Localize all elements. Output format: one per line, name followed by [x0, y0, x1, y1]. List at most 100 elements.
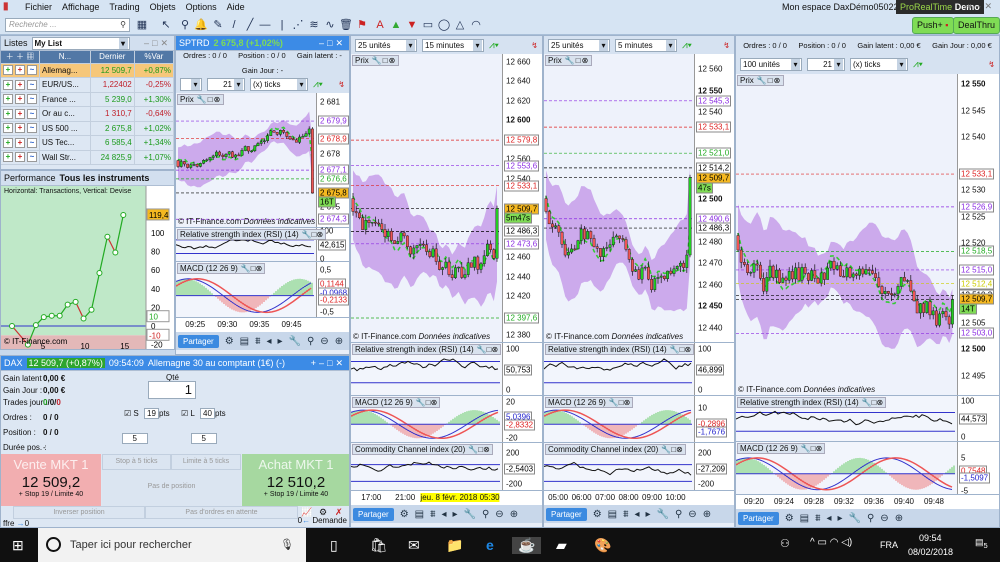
limit-points-input[interactable]: 40	[200, 408, 215, 419]
zoom-in-icon[interactable]: ⊕	[895, 513, 903, 524]
chart-icon[interactable]: ~	[27, 137, 37, 148]
qty-input[interactable]: 1	[148, 381, 196, 399]
sell-icon[interactable]: +	[15, 94, 25, 105]
list-icon[interactable]: ▤	[800, 513, 809, 524]
scroll-right-icon[interactable]: ▸	[837, 513, 842, 524]
sell-icon[interactable]: +	[15, 65, 25, 76]
buy-market-button[interactable]: Achat MKT 1 12 510,2 + Stop 19 / Limite …	[242, 454, 349, 506]
instrument-name[interactable]: Or au c...	[39, 106, 91, 122]
scroll-right-icon[interactable]: ▸	[645, 509, 650, 520]
tools-icon[interactable]: 🔧	[657, 509, 669, 520]
watchlist-row[interactable]: + + ~ Wall Str... 24 825,9 +1,07%	[1, 150, 174, 165]
units-select[interactable]	[180, 77, 202, 91]
buy-icon[interactable]: +	[3, 152, 13, 163]
indicator-tools-icons[interactable]: 🔧□⊗	[609, 398, 631, 407]
stop-icon[interactable]: ⚑	[354, 17, 370, 33]
vertical-line-icon[interactable]: |	[274, 17, 290, 33]
instrument-name[interactable]: US 500 ...	[39, 121, 91, 136]
zoom-auto-icon[interactable]: ⚲	[867, 513, 874, 524]
zoom-auto-icon[interactable]: ⚲	[307, 336, 314, 347]
units-select[interactable]: 100 unités	[740, 58, 802, 72]
limit-checkbox[interactable]: ☑ L	[181, 409, 195, 418]
horizontal-line-icon[interactable]: —	[257, 17, 273, 33]
list-icon[interactable]: ▤	[608, 509, 617, 520]
indicators-icon[interactable]: ⚙	[225, 336, 234, 347]
sell-icon[interactable]: +	[15, 108, 25, 119]
refresh-icon[interactable]: ↯	[988, 60, 995, 69]
taskbar-search[interactable]: Taper ici pour rechercher 🎙	[38, 528, 306, 562]
sell-market-button[interactable]: Vente MKT 1 12 509,2 + Stop 19 / Limite …	[1, 454, 101, 506]
search-input[interactable]: Recherche ... ⚲	[5, 18, 130, 32]
indicator-tools-icons[interactable]: 🔧□⊗	[801, 444, 823, 453]
performance-scope[interactable]: Tous les instruments	[60, 173, 150, 183]
period-input[interactable]: 21	[207, 77, 245, 91]
task-view-icon[interactable]: ▯	[330, 537, 338, 554]
notification-center-icon[interactable]: ▤5	[975, 537, 988, 550]
edge-icon[interactable]: e	[486, 537, 494, 553]
ellipse-icon[interactable]: ◯	[436, 17, 452, 33]
price-chart[interactable]	[176, 93, 314, 228]
period-input[interactable]: 21	[807, 58, 845, 72]
watchlist-row[interactable]: + + ~ Allemag... 12 509,7 +0,87%	[1, 63, 174, 78]
watchlist-row[interactable]: + + ~ France ... 5 239,0 +1,30%	[1, 92, 174, 107]
trendline-icon[interactable]: ╱	[242, 17, 258, 33]
triangle-icon[interactable]: △	[452, 17, 468, 33]
language-indicator[interactable]: FRA	[880, 540, 898, 550]
buy-icon[interactable]: +	[3, 94, 13, 105]
pane-tools-icons[interactable]: 🔧□⊗	[565, 56, 590, 65]
variables-icon[interactable]: ⩩	[815, 513, 820, 524]
fibonacci-icon[interactable]: ⋰	[290, 17, 306, 33]
variables-icon[interactable]: ⩩	[430, 509, 435, 520]
instrument-name[interactable]: US Tec...	[39, 135, 91, 151]
mail-icon[interactable]: ✉	[408, 537, 420, 554]
arrow-up-icon[interactable]: ▲	[388, 17, 404, 33]
java-app-icon[interactable]: ☕	[512, 537, 542, 554]
position-summary[interactable]: Position : 0 / 0	[238, 51, 286, 60]
store-icon[interactable]: 🛍	[370, 537, 388, 554]
sell-icon[interactable]: +	[15, 79, 25, 90]
orders-summary[interactable]: Ordres : 0 / 0	[183, 51, 227, 60]
scroll-left-icon[interactable]: ◂	[441, 509, 446, 520]
period-unit-select[interactable]: (x) ticks	[250, 77, 308, 91]
units-select[interactable]: 25 unités	[355, 38, 417, 52]
share-button[interactable]: Partager	[353, 507, 394, 521]
sell-icon[interactable]: +	[15, 137, 25, 148]
people-icon[interactable]: ⚇	[780, 537, 790, 550]
stop-points-input[interactable]: 19	[144, 408, 159, 419]
refresh-icon[interactable]: ↯	[338, 80, 345, 89]
zoom-out-icon[interactable]: ⊖	[495, 509, 503, 520]
chart-style-icon[interactable]: ⩘▾	[682, 40, 692, 51]
ruler-icon[interactable]: ✎	[210, 17, 226, 33]
chart-icon[interactable]: ~	[27, 94, 37, 105]
price-axis[interactable]: 2 6812 6782 6752 679,92 678,92 677,12 67…	[316, 93, 349, 227]
scroll-right-icon[interactable]: ▸	[452, 509, 457, 520]
list-icon[interactable]: ▤	[240, 336, 249, 347]
indicators-icon[interactable]: ⚙	[593, 509, 602, 520]
buy-icon[interactable]: +	[3, 137, 13, 148]
watchlist-row[interactable]: + + ~ Or au c... 1 310,7 -0,64%	[1, 106, 174, 122]
list-icon[interactable]: ▤	[415, 509, 424, 520]
menu-fichier[interactable]: Fichier	[25, 2, 52, 12]
refresh-icon[interactable]: ↯	[723, 41, 730, 50]
chart-style-icon[interactable]: ⩘▾	[913, 59, 923, 70]
scroll-left-icon[interactable]: ◂	[634, 509, 639, 520]
file-explorer-icon[interactable]: 📁	[446, 537, 463, 554]
paint-icon[interactable]: 🎨	[594, 537, 611, 554]
cursor-icon[interactable]: ↖	[158, 17, 174, 33]
zoom-out-icon[interactable]: ⊖	[880, 513, 888, 524]
arrow-down-icon[interactable]: ▼	[404, 17, 420, 33]
watchlist-row[interactable]: + + ~ EUR/US... 1,22402 -0,25%	[1, 77, 174, 93]
zoom-in-icon[interactable]: ⊕	[510, 509, 518, 520]
pane-tools-icons[interactable]: 🔧□⊗	[757, 76, 782, 85]
app-icon[interactable]: ▰	[556, 537, 567, 554]
price-axis[interactable]: 12 66012 64012 62012 60012 56012 54012 4…	[502, 54, 542, 342]
instrument-name[interactable]: DAX	[4, 358, 23, 368]
price-chart[interactable]	[351, 54, 500, 343]
last-header[interactable]: Dernier	[90, 51, 135, 64]
scroll-left-icon[interactable]: ◂	[826, 513, 831, 524]
reverse-position-button[interactable]: Inverser position	[13, 506, 145, 519]
instrument-name[interactable]: Allemag...	[39, 63, 91, 78]
price-chart[interactable]	[736, 74, 955, 397]
clock-time[interactable]: 09:54	[919, 533, 942, 543]
chart-style-icon[interactable]: ⩘▾	[313, 79, 323, 90]
